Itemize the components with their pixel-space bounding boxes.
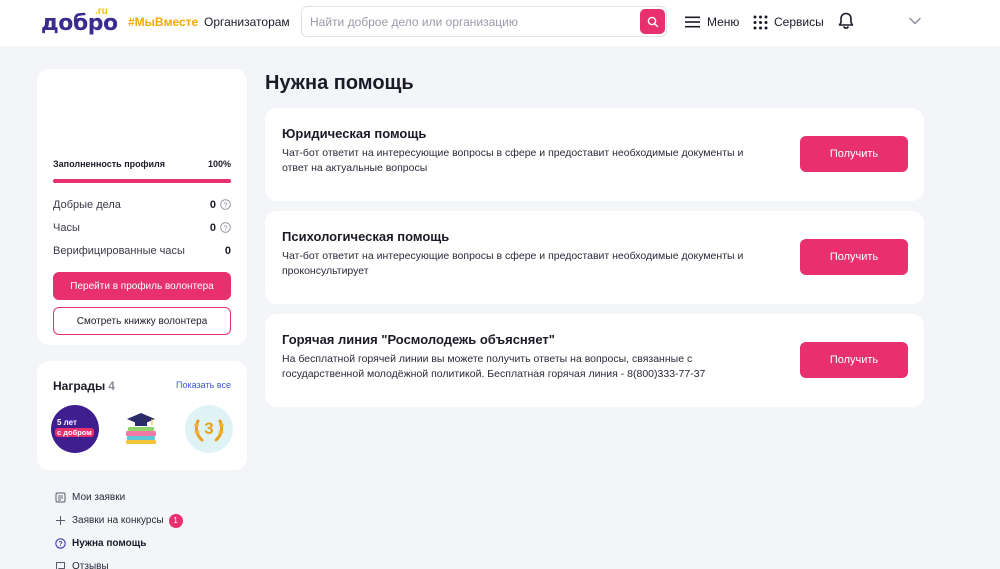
svg-text:?: ? (58, 541, 62, 548)
nav-need-help[interactable]: ? Нужна помощь (54, 532, 244, 555)
top-header: добро .ru #МыВместе Организаторам Меню С… (0, 0, 1000, 46)
stat-good-deeds: Добрые дела 0 ? (53, 199, 231, 215)
help-card-title: Психологическая помощь (282, 229, 450, 244)
badge-level-number: 3 (204, 419, 214, 438)
award-level-3-badge[interactable]: 3 (185, 405, 233, 453)
side-nav: Мои заявки Заявки на конкурсы 1 ? Нужна … (54, 486, 244, 569)
svg-text:?: ? (223, 200, 227, 209)
nav-label: Нужна помощь (72, 538, 147, 549)
question-icon[interactable]: ? (220, 222, 231, 233)
awards-card: Награды 4 Показать все 5 лет с добром 3 (37, 361, 247, 470)
nav-contest-applications[interactable]: Заявки на конкурсы 1 (54, 509, 244, 532)
award-graduate-badge[interactable] (117, 405, 165, 453)
awards-title-label: Награды (53, 379, 106, 393)
document-icon (54, 492, 66, 504)
stat-label: Верифицированные часы (53, 245, 185, 257)
stat-hours: Часы 0 ? (53, 222, 231, 238)
awards-count: 4 (108, 379, 115, 393)
help-card-title: Юридическая помощь (282, 126, 427, 141)
search-bar (301, 6, 667, 37)
logo[interactable]: добро .ru (41, 6, 118, 38)
badge-line2: с добром (55, 428, 94, 437)
nav-label: Мои заявки (72, 492, 126, 503)
help-card-psychological: Психологическая помощь Чат-бот ответит н… (265, 211, 924, 304)
get-help-button[interactable]: Получить (800, 239, 908, 275)
graduation-books-icon (126, 413, 156, 444)
hashtag-link[interactable]: #МыВместе (128, 15, 198, 29)
show-all-awards-link[interactable]: Показать все (176, 380, 231, 390)
profile-fill-label: Заполненность профиля (53, 159, 166, 169)
grid-dots-icon (753, 15, 768, 29)
help-card-description: Чат-бот ответит на интересующие вопросы … (282, 250, 744, 277)
svg-text:?: ? (223, 223, 227, 232)
get-help-button[interactable]: Получить (800, 136, 908, 172)
profile-progress-bar (53, 179, 231, 183)
menu-button[interactable]: Меню (685, 12, 739, 32)
award-5-years-badge[interactable]: 5 лет с добром (51, 405, 99, 453)
stat-value: 0 (209, 199, 216, 211)
help-card-description: Чат-бот ответит на интересующие вопросы … (282, 147, 744, 174)
question-icon[interactable]: ? (220, 199, 231, 210)
nav-label: Отзывы (72, 561, 109, 569)
profile-fill-value: 100% (207, 159, 231, 169)
logo-suffix: .ru (95, 6, 108, 17)
chevron-down-icon[interactable] (907, 13, 923, 29)
hamburger-icon (685, 16, 700, 28)
chat-icon (54, 561, 66, 569)
help-card-hotline: Горячая линия "Росмолодежь объясняет" На… (265, 314, 924, 407)
profile-progress-fill (53, 179, 231, 183)
get-help-button[interactable]: Получить (800, 342, 908, 378)
stat-label: Часы (53, 222, 80, 234)
stat-value: 0 (209, 222, 216, 234)
services-button[interactable]: Сервисы (753, 12, 824, 32)
search-icon (647, 16, 658, 27)
services-label: Сервисы (774, 15, 824, 29)
menu-label: Меню (707, 15, 740, 29)
notification-count-badge: 1 (168, 513, 183, 528)
help-card-title: Горячая линия "Росмолодежь объясняет" (282, 332, 555, 347)
plus-icon (54, 515, 66, 527)
badge-line1: 5 лет (57, 418, 77, 427)
volunteer-profile-button[interactable]: Перейти в профиль волонтера (53, 272, 231, 300)
stat-value: 0 (224, 245, 231, 257)
help-card-description: На бесплатной горячей линии вы можете по… (282, 353, 706, 380)
organizers-link[interactable]: Организаторам (204, 15, 290, 29)
help-circle-icon: ? (54, 538, 66, 550)
awards-title: Награды 4 (53, 379, 115, 393)
nav-my-applications[interactable]: Мои заявки (54, 486, 244, 509)
search-button[interactable] (640, 9, 665, 34)
help-card-legal: Юридическая помощь Чат-бот ответит на ин… (265, 108, 924, 201)
profile-card: Заполненность профиля 100% Добрые дела 0… (37, 69, 247, 345)
volunteer-book-button[interactable]: Смотреть книжку волонтера (53, 307, 231, 335)
notifications-bell-icon[interactable] (836, 11, 856, 31)
stat-label: Добрые дела (53, 199, 121, 211)
search-input[interactable] (310, 14, 630, 30)
page-title: Нужна помощь (265, 72, 414, 94)
nav-reviews[interactable]: Отзывы (54, 555, 244, 569)
stat-verified-hours: Верифицированные часы 0 (53, 245, 231, 261)
nav-label: Заявки на конкурсы (72, 515, 164, 526)
